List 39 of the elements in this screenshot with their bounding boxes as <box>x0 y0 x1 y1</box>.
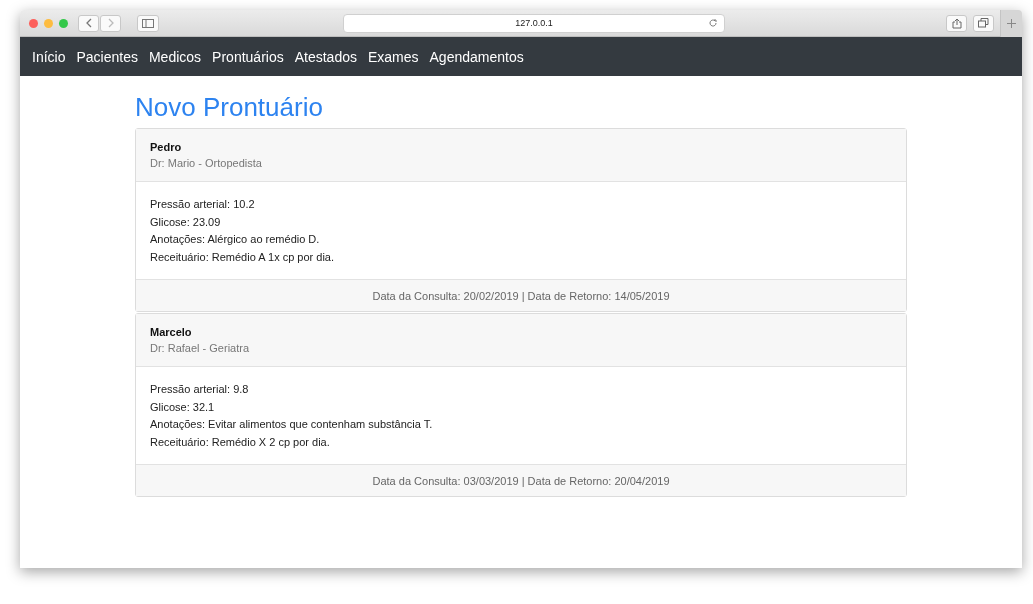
nav-link[interactable]: Início <box>32 48 66 65</box>
record-detail: Pressão arterial: 10.2 <box>150 197 256 212</box>
record-detail: Anotações: Alérgico ao remédio D. <box>150 232 321 247</box>
plus-icon <box>1007 18 1016 28</box>
doctor-name: Dr: Rafael - Geriatra <box>150 341 251 356</box>
share-icon <box>951 17 962 29</box>
share-button[interactable] <box>946 14 967 32</box>
sidebar-icon <box>142 18 154 28</box>
nav-link[interactable]: Prontuários <box>212 48 284 65</box>
nav-link[interactable]: Atestados <box>294 48 357 65</box>
consultation-dates: Data da Consulta: 03/03/2019 | Data de Retorno: 20/04/2019 <box>372 475 670 487</box>
nav-link[interactable]: Medicos <box>148 48 202 65</box>
tabs-icon <box>978 18 989 28</box>
record-detail: Receituário: Remédio X 2 cp por dia. <box>150 434 331 450</box>
nav-link[interactable]: Pacientes <box>76 48 138 65</box>
sidebar-button[interactable] <box>137 14 159 32</box>
back-button[interactable] <box>78 14 99 32</box>
tabs-button[interactable] <box>973 14 994 32</box>
record-detail: Receituário: Remédio A 1x cp por dia. <box>150 249 336 265</box>
forward-button[interactable] <box>100 14 121 32</box>
maximize-icon[interactable] <box>59 18 68 28</box>
new-tab-button[interactable] <box>1000 10 1022 37</box>
minimize-icon[interactable] <box>44 18 53 28</box>
nav-link[interactable]: Agendamentos <box>429 48 524 65</box>
chevron-left-icon <box>84 18 93 28</box>
record-detail: Glicose: 32.1 <box>150 399 216 415</box>
page-title: Novo Prontuário <box>135 92 324 123</box>
patient-name: Pedro <box>150 140 183 155</box>
record-detail: Glicose: 23.09 <box>150 214 222 230</box>
address-bar[interactable]: 127.0.0.1 <box>343 13 725 33</box>
doctor-name: Dr: Mario - Ortopedista <box>150 156 263 171</box>
record-detail: Pressão arterial: 9.8 <box>150 382 250 397</box>
close-icon[interactable] <box>29 18 38 28</box>
patient-name: Marcelo <box>150 325 193 340</box>
reload-icon[interactable] <box>708 17 718 28</box>
record-detail: Anotações: Evitar alimentos que contenham substância T. <box>150 417 434 432</box>
nav-link[interactable]: Exames <box>367 48 419 65</box>
chevron-right-icon <box>106 18 115 28</box>
consultation-dates: Data da Consulta: 20/02/2019 | Data de Retorno: 14/05/2019 <box>372 290 670 302</box>
